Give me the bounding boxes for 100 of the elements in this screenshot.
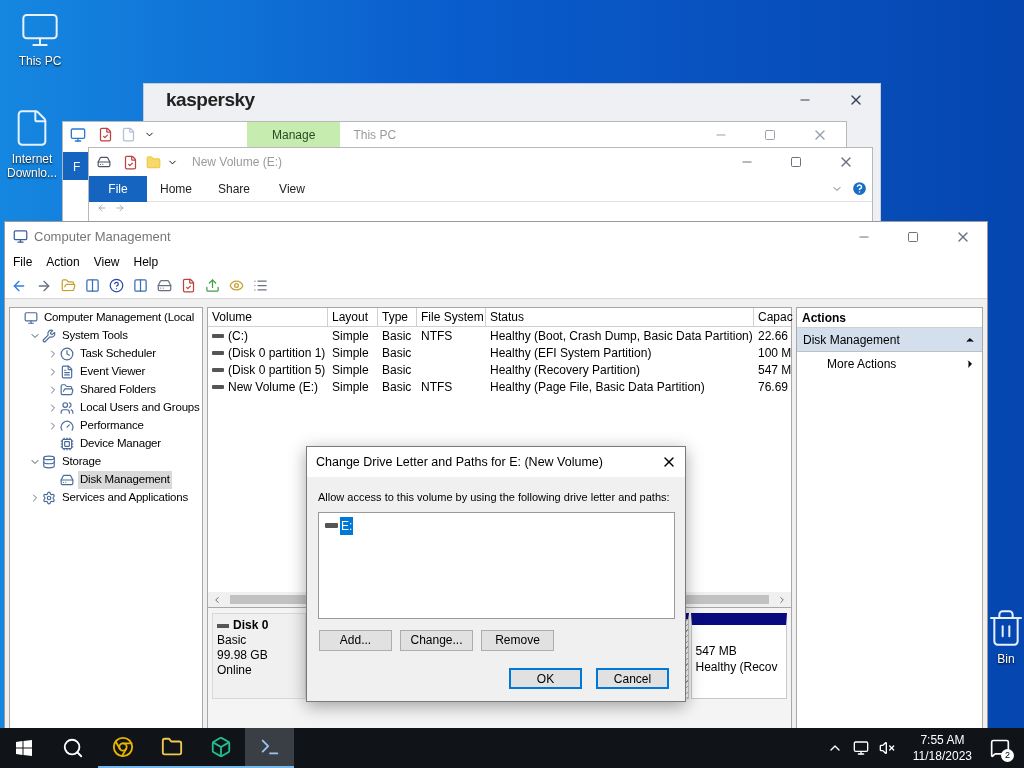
scroll-left-icon[interactable] — [212, 594, 222, 605]
desktop-icon-label[interactable]: This PC — [18, 54, 62, 68]
muted-speaker-icon[interactable] — [878, 740, 895, 756]
computer-icon — [70, 126, 86, 143]
taskbar-app[interactable] — [245, 728, 294, 768]
properties-icon[interactable] — [123, 154, 138, 170]
column-header[interactable]: File System — [417, 308, 486, 326]
path-item[interactable]: E: — [340, 516, 354, 535]
share-icon — [60, 383, 74, 397]
file-tab[interactable]: F — [63, 152, 89, 180]
drive-icon[interactable] — [157, 278, 172, 293]
gauge-icon — [60, 419, 74, 433]
table-cell-text: Healthy (Boot, Crash Dump, Basic Data Partition) — [490, 327, 753, 345]
properties-icon[interactable] — [98, 127, 113, 142]
pane-icon[interactable] — [133, 278, 148, 293]
partition-size: 547 MB — [695, 643, 738, 659]
menu-item[interactable]: Help — [133, 253, 159, 271]
disk-name: Disk 0 — [233, 618, 269, 633]
list-icon[interactable] — [253, 278, 268, 293]
upload-icon[interactable] — [205, 278, 220, 293]
view-icon[interactable] — [229, 278, 244, 293]
menu-item[interactable]: Action — [46, 253, 80, 271]
search-icon[interactable] — [62, 737, 84, 759]
tree-item[interactable]: Services and Applications — [60, 489, 191, 507]
partition-status: Healthy (Recov — [695, 659, 779, 675]
submenu-entry[interactable]: More Actions — [797, 352, 982, 376]
maximize-button[interactable] — [907, 230, 919, 243]
ok-button[interactable]: OK — [509, 667, 582, 689]
instruction-text: Allow access to this volume by using the following drive letter and paths: — [318, 490, 671, 505]
tree-item[interactable]: Performance — [78, 417, 146, 435]
menu-item[interactable]: View — [93, 253, 120, 271]
scroll-right-icon[interactable] — [777, 594, 787, 605]
disk-status: Online — [217, 663, 253, 678]
chrome-icon — [111, 736, 134, 758]
window-title: kaspersky — [166, 87, 255, 112]
clock-date[interactable]: 11/18/2023 — [912, 748, 972, 764]
network-icon[interactable] — [852, 740, 869, 756]
section-header[interactable]: Disk Management — [797, 328, 982, 352]
table-cell-text: (Disk 0 partition 5) — [228, 361, 326, 379]
disk-size: 99.98 GB — [217, 648, 269, 663]
table-cell-text: Simple — [332, 378, 369, 396]
ribbon-tab[interactable]: Manage — [247, 122, 341, 147]
clock-time[interactable]: 7:55 AM — [920, 732, 965, 748]
table-cell-text: Healthy (Recovery Partition) — [490, 361, 641, 379]
table-cell-text: NTFS — [421, 327, 453, 345]
tree-item[interactable]: System Tools — [60, 327, 130, 345]
pane-icon[interactable] — [85, 278, 100, 293]
desktop-icon-label[interactable]: Bin — [997, 652, 1015, 666]
checklist-icon[interactable] — [181, 278, 196, 293]
ribbon-tab[interactable]: Share — [205, 175, 263, 202]
table-cell-text: Simple — [332, 327, 369, 345]
disk-type: Basic — [217, 633, 248, 648]
maximize-button[interactable] — [764, 128, 776, 141]
table-cell-text: Basic — [382, 344, 412, 362]
table-cell-text: Basic — [382, 361, 412, 379]
tree-item[interactable]: Task Scheduler — [78, 345, 158, 363]
window-title: Computer Management — [34, 227, 171, 246]
dialog-button[interactable]: Add... — [319, 629, 392, 651]
cube-icon — [209, 736, 232, 758]
help-icon[interactable] — [109, 278, 124, 293]
tree-item[interactable]: Device Manager — [78, 435, 163, 453]
table-cell-text: (C:) — [228, 327, 248, 345]
log-icon — [60, 365, 74, 379]
ribbon-tab[interactable]: Home — [147, 175, 205, 202]
window-title: New Volume (E:) — [192, 154, 283, 171]
ribbon-tab[interactable]: View — [263, 175, 321, 202]
column-header[interactable]: Status — [486, 308, 754, 326]
table-cell-text: Healthy (Page File, Basic Data Partition) — [490, 378, 705, 396]
cancel-button[interactable]: Cancel — [596, 667, 669, 689]
computer-icon — [24, 311, 38, 325]
partition-block[interactable]: 547 MB Healthy (Recov — [691, 613, 787, 699]
notification-count: 2 — [1001, 749, 1014, 762]
ribbon-tab[interactable]: File — [89, 175, 147, 202]
window-title: This PC — [353, 126, 397, 144]
tree-item[interactable]: Storage — [60, 453, 103, 471]
column-header[interactable]: Volume — [208, 308, 328, 326]
tree-item[interactable]: Disk Management — [78, 471, 172, 489]
menu-item[interactable]: File — [13, 253, 33, 271]
dialog-button[interactable]: Change... — [400, 629, 473, 651]
start-icon[interactable] — [16, 740, 32, 756]
users-icon — [60, 401, 74, 415]
table-cell-text: NTFS — [421, 378, 453, 396]
drive-icon — [212, 384, 224, 389]
tree-item[interactable]: Shared Folders — [78, 381, 158, 399]
paths-list[interactable]: E: — [318, 511, 675, 619]
tools-icon — [42, 329, 56, 343]
table-cell-text: Simple — [332, 361, 369, 379]
desktop-icon-label[interactable]: Internet Downlo... — [4, 152, 60, 180]
tree-item[interactable]: Computer Management (Local — [42, 309, 197, 327]
tree-item[interactable]: Local Users and Groups — [78, 399, 202, 417]
table-cell-text: Basic — [382, 327, 412, 345]
folder-icon[interactable] — [61, 278, 76, 293]
storage-icon — [42, 455, 56, 469]
table-cell-text: New Volume (E:) — [228, 378, 319, 396]
column-header[interactable]: Layout — [328, 308, 378, 326]
dialog-title: Change Drive Letter and Paths for E: (New Volume) — [316, 453, 603, 471]
tree-item[interactable]: Event Viewer — [78, 363, 148, 381]
dialog-button[interactable]: Remove — [481, 629, 554, 651]
maximize-button[interactable] — [790, 156, 802, 168]
column-header[interactable]: Type — [378, 308, 417, 326]
